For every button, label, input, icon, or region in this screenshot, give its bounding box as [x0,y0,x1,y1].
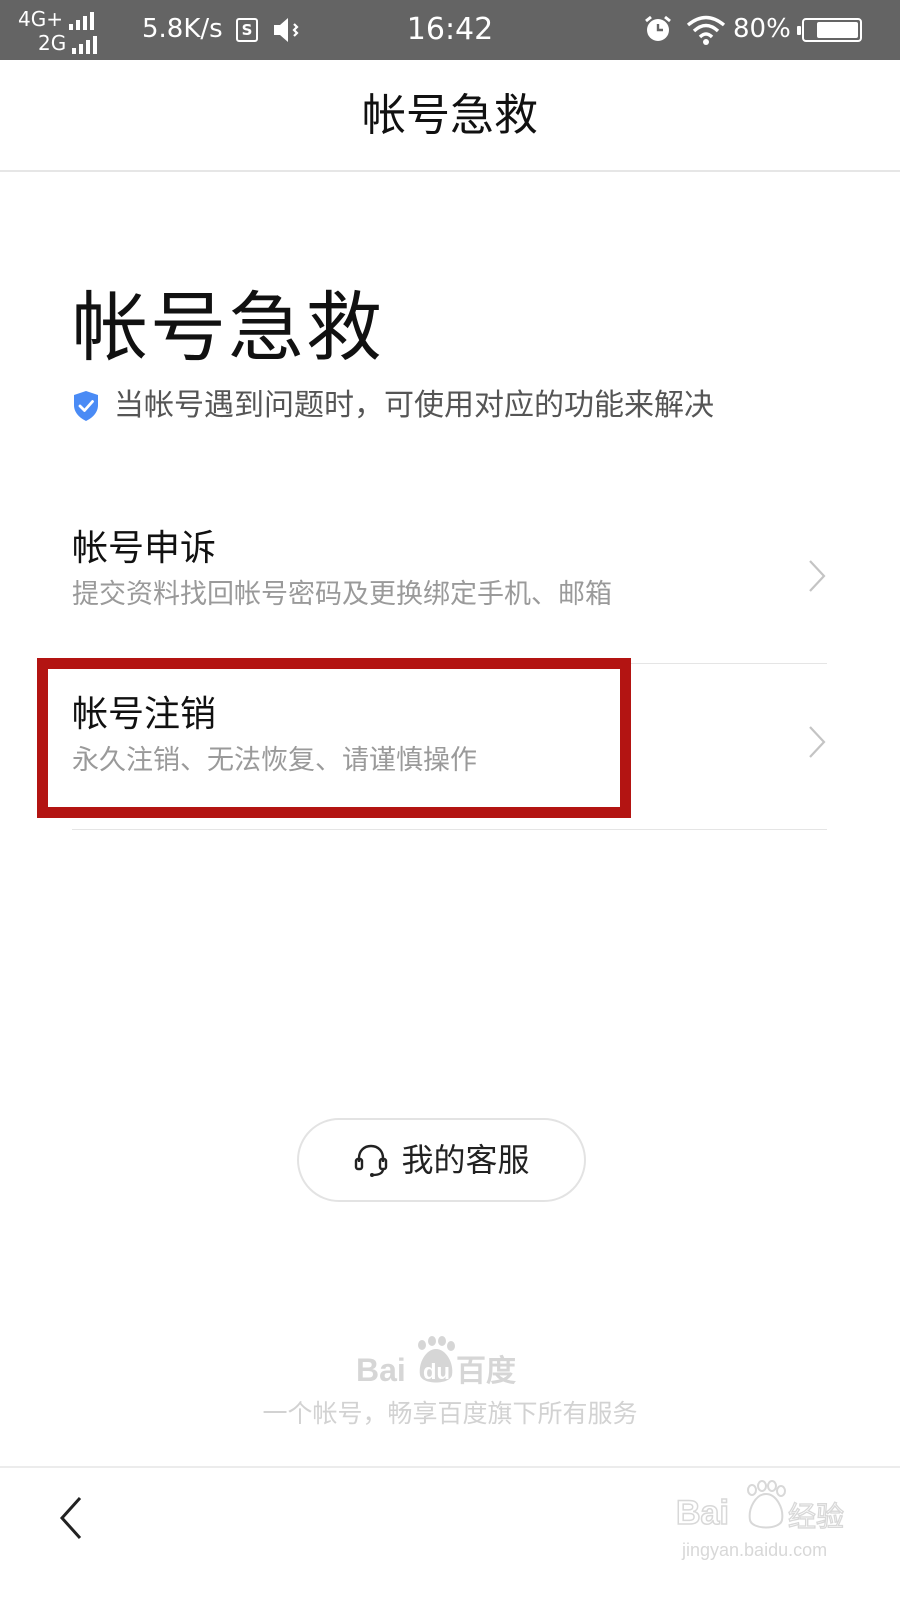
svg-text:Bai: Bai [676,1494,729,1532]
list-item-title: 帐号申诉 [72,528,217,569]
back-arrow-icon[interactable] [44,1488,104,1548]
headset-icon [355,1144,388,1177]
battery-percent: 80% [733,14,791,44]
battery-level-fill [817,22,858,38]
battery-icon [797,18,862,42]
customer-service-button[interactable]: 我的客服 [297,1118,586,1202]
nav-bar: 帐号急救 [0,60,900,172]
chevron-right-icon [809,560,826,592]
svg-text:Bai: Bai [356,1352,406,1388]
bottom-toolbar: Bai 经验 jingyan.baidu.com [0,1466,900,1600]
page-subtitle: 当帐号遇到问题时，可使用对应的功能来解决 [72,386,714,426]
list-item-account-appeal[interactable]: 帐号申诉 提交资料找回帐号密码及更换绑定手机、邮箱 [72,496,827,664]
list-item-description: 提交资料找回帐号密码及更换绑定手机、邮箱 [72,579,612,610]
page-subtitle-text: 当帐号遇到问题时，可使用对应的功能来解决 [114,388,714,423]
highlight-annotation-box [37,658,631,818]
baidu-jingyan-watermark: Bai 经验 jingyan.baidu.com [675,1480,845,1560]
alarm-clock-icon [645,15,671,41]
brand-slogan: 一个帐号，畅享百度旗下所有服务 [262,1399,638,1428]
svg-text:百度: 百度 [456,1354,516,1389]
svg-text:du: du [423,1359,450,1384]
page-title: 帐号急救 [72,283,384,372]
customer-service-label: 我的客服 [401,1141,530,1179]
svg-text:jingyan.baidu.com: jingyan.baidu.com [681,1540,827,1560]
wifi-icon [686,15,726,45]
baidu-logo: Bai du 百度 [356,1336,516,1389]
shield-check-icon [74,391,98,421]
nav-title: 帐号急救 [362,90,538,141]
svg-text:经验: 经验 [788,1500,844,1533]
status-bar: 4G+ 2G 5.8K/s S 16:42 80% [0,0,900,60]
chevron-right-icon [809,726,826,758]
